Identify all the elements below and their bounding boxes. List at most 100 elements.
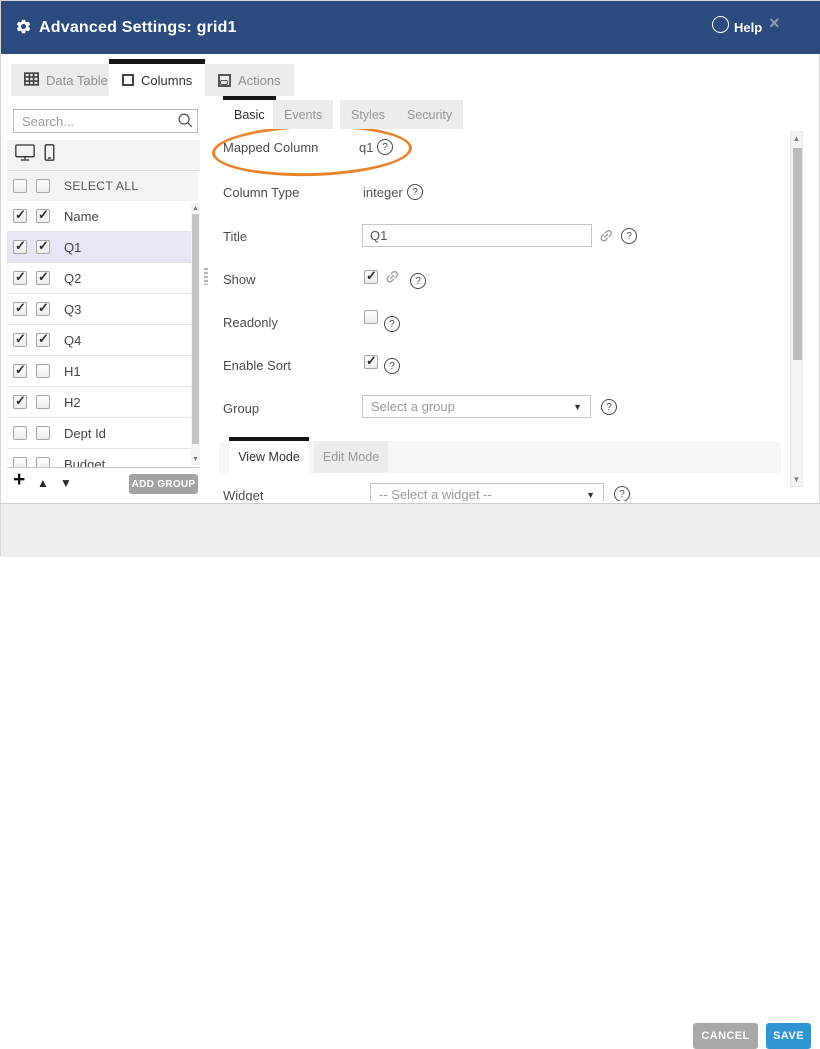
cancel-button[interactable]: CANCEL (693, 1023, 758, 1049)
enable-sort-checkbox[interactable] (364, 355, 378, 369)
dialog-title: Advanced Settings: grid1 (39, 1, 237, 54)
scroll-down-icon[interactable]: ▼ (791, 474, 802, 485)
list-item[interactable]: Q1 (7, 232, 200, 263)
dialog-footer: CANCEL SAVE (1, 503, 820, 557)
select-all-mobile-checkbox[interactable] (36, 179, 50, 193)
question-icon[interactable] (384, 316, 400, 332)
web-checkbox[interactable] (13, 240, 27, 254)
scroll-up-icon[interactable]: ▲ (791, 133, 802, 144)
table-grid-icon (24, 72, 39, 89)
column-name: Name (64, 209, 99, 224)
list-item[interactable]: H1 (7, 356, 200, 387)
question-icon[interactable] (377, 139, 393, 155)
mobile-checkbox[interactable] (36, 333, 50, 347)
gear-icon (15, 18, 32, 40)
mobile-checkbox[interactable] (36, 240, 50, 254)
show-checkbox[interactable] (364, 270, 378, 284)
panel-scrollbar[interactable]: ▲ ▼ (790, 131, 803, 487)
help-button[interactable]: Help (734, 1, 762, 54)
column-name: Q1 (64, 240, 81, 255)
select-all-row[interactable]: SELECT ALL (7, 171, 198, 202)
readonly-label: Readonly (223, 315, 278, 330)
columns-list: Name Q1 Q2 Q3 Q4 H1 (7, 201, 200, 468)
list-item[interactable]: Q2 (7, 263, 200, 294)
column-name: Budget (64, 457, 105, 469)
chevron-down-icon: ▼ (573, 402, 582, 412)
tab-view-mode[interactable]: View Mode (229, 437, 309, 473)
mobile-checkbox[interactable] (36, 426, 50, 440)
scroll-up-icon[interactable]: ▲ (191, 204, 200, 213)
widget-select[interactable]: -- Select a widget -- ▼ (370, 483, 604, 501)
question-icon[interactable] (614, 486, 630, 501)
column-name: Q3 (64, 302, 81, 317)
question-icon[interactable] (384, 358, 400, 374)
tab-events[interactable]: Events (273, 100, 333, 129)
web-checkbox[interactable] (13, 457, 27, 468)
web-checkbox[interactable] (13, 395, 27, 409)
list-item[interactable]: Q3 (7, 294, 200, 325)
list-item[interactable]: Budget (7, 449, 200, 468)
title-label: Title (223, 229, 247, 244)
tab-edit-mode[interactable]: Edit Mode (314, 441, 388, 473)
help-icon[interactable] (712, 16, 729, 33)
close-icon[interactable]: × (769, 14, 780, 32)
list-scrollbar[interactable]: ▲ ▼ (191, 203, 200, 465)
tab-security[interactable]: Security (396, 100, 463, 129)
list-item[interactable]: Dept Id (7, 418, 200, 449)
question-icon[interactable] (410, 273, 426, 289)
mobile-checkbox[interactable] (36, 364, 50, 378)
advanced-settings-dialog: Advanced Settings: grid1 Help × Data Tab… (0, 0, 820, 556)
search-input[interactable] (13, 109, 198, 133)
mobile-checkbox[interactable] (36, 209, 50, 223)
select-all-web-checkbox[interactable] (13, 179, 27, 193)
list-scrollbar-thumb[interactable] (192, 214, 199, 444)
tab-basic[interactable]: Basic (223, 96, 276, 129)
column-type-value: integer (363, 185, 403, 200)
group-select[interactable]: Select a group ▼ (362, 395, 591, 418)
mobile-checkbox[interactable] (36, 457, 50, 468)
web-checkbox[interactable] (13, 271, 27, 285)
web-checkbox[interactable] (13, 426, 27, 440)
scroll-down-icon[interactable]: ▼ (191, 455, 200, 464)
web-checkbox[interactable] (13, 209, 27, 223)
panel-splitter-handle[interactable] (204, 268, 208, 285)
columns-marquee-icon (122, 74, 134, 86)
enable-sort-label: Enable Sort (223, 358, 291, 373)
mobile-checkbox[interactable] (36, 302, 50, 316)
mobile-checkbox[interactable] (36, 271, 50, 285)
list-item[interactable]: Name (7, 201, 200, 232)
mobile-icon[interactable] (44, 144, 55, 166)
question-icon[interactable] (601, 399, 617, 415)
panel-scrollbar-thumb[interactable] (793, 148, 802, 360)
add-column-button[interactable]: + (13, 468, 25, 492)
web-checkbox[interactable] (13, 364, 27, 378)
column-name: Q4 (64, 333, 81, 348)
mobile-checkbox[interactable] (36, 395, 50, 409)
tab-actions[interactable]: Actions (205, 64, 294, 96)
question-icon[interactable] (621, 228, 637, 244)
tab-styles[interactable]: Styles (340, 100, 396, 129)
list-item[interactable]: H2 (7, 387, 200, 418)
move-up-icon[interactable]: ▲ (37, 476, 49, 490)
search-icon (177, 112, 194, 134)
link-icon[interactable] (381, 265, 407, 291)
title-input[interactable] (362, 224, 592, 247)
column-type-label: Column Type (223, 185, 299, 200)
column-name: H2 (64, 395, 81, 410)
show-label: Show (223, 272, 256, 287)
group-select-value: Select a group (371, 399, 455, 414)
add-group-button[interactable]: ADD GROUP (129, 474, 198, 494)
list-item[interactable]: Q4 (7, 325, 200, 356)
web-checkbox[interactable] (13, 302, 27, 316)
move-down-icon[interactable]: ▼ (60, 476, 72, 490)
chevron-down-icon: ▼ (586, 490, 595, 500)
desktop-icon[interactable] (15, 144, 35, 166)
tab-data-table[interactable]: Data Table (11, 64, 121, 96)
web-checkbox[interactable] (13, 333, 27, 347)
tab-columns[interactable]: Columns (109, 59, 205, 96)
question-icon[interactable] (407, 184, 423, 200)
save-button[interactable]: SAVE (766, 1023, 811, 1049)
mapped-column-label: Mapped Column (223, 140, 318, 155)
link-icon[interactable] (595, 224, 621, 250)
readonly-checkbox[interactable] (364, 310, 378, 324)
